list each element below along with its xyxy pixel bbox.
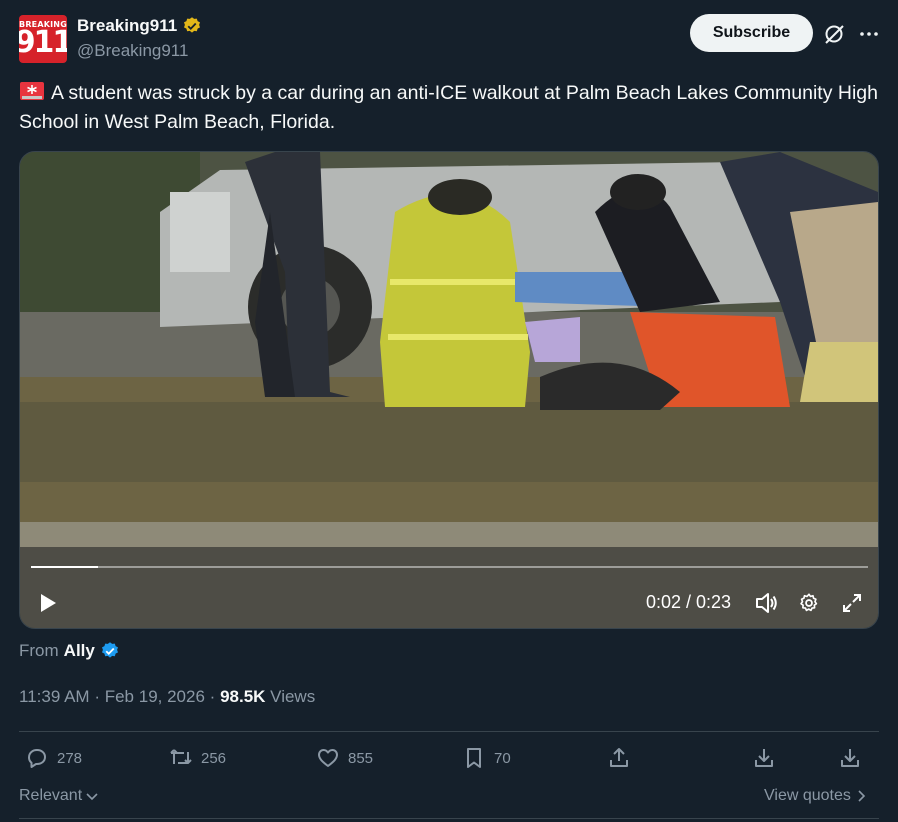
more-options-icon[interactable] — [857, 22, 881, 46]
bookmark-icon — [467, 748, 481, 768]
repost-count: 256 — [201, 749, 227, 767]
account-name[interactable]: Breaking911 — [77, 16, 177, 36]
from-label: From — [19, 641, 59, 660]
settings-gear-icon[interactable] — [798, 592, 820, 614]
like-button[interactable]: 855 — [316, 746, 373, 770]
video-progress-fill — [31, 566, 98, 568]
grok-icon[interactable] — [822, 22, 846, 46]
tweet-time[interactable]: 11:39 AM — [19, 687, 90, 706]
bookmark-button[interactable]: 70 — [462, 746, 511, 770]
views-label: Views — [270, 687, 316, 706]
sort-relevant-dropdown[interactable]: Relevant — [19, 787, 99, 805]
meta-separator: · — [94, 687, 100, 706]
verified-gold-icon — [184, 17, 201, 33]
siren-emoji-icon — [20, 82, 44, 100]
verified-blue-icon — [101, 642, 118, 658]
download-icon — [841, 749, 859, 767]
divider — [19, 731, 879, 732]
view-quotes-label: View quotes — [764, 787, 851, 804]
bookmark-count: 70 — [494, 749, 511, 767]
account-name-row[interactable]: Breaking911 — [77, 16, 202, 36]
view-quotes-link[interactable]: View quotes — [764, 787, 867, 805]
video-time: 0:02 / 0:23 — [646, 592, 732, 612]
reply-icon — [28, 749, 46, 768]
repost-icon — [170, 749, 192, 764]
video-frame — [20, 152, 878, 628]
share-icon — [610, 748, 628, 767]
chevron-down-icon — [86, 793, 98, 801]
like-count: 855 — [348, 749, 374, 767]
tweet-meta: 11:39 AM · Feb 19, 2026 · 98.5K Views — [19, 687, 315, 707]
tweet-text-block: A student was struck by a car during an … — [19, 79, 881, 137]
tweet-text: A student was struck by a car during an … — [19, 82, 878, 133]
download-video-button[interactable] — [838, 746, 862, 770]
heart-icon — [318, 749, 338, 767]
video-progress-bar[interactable] — [31, 566, 868, 568]
download-button[interactable] — [752, 746, 776, 770]
repost-button[interactable]: 256 — [169, 746, 226, 770]
chevron-right-icon — [858, 790, 866, 802]
reply-count: 278 — [57, 749, 83, 767]
tweet-date[interactable]: Feb 19, 2026 — [105, 687, 205, 706]
attribution-source-link[interactable]: Ally — [64, 641, 95, 661]
share-button[interactable] — [607, 746, 631, 770]
subscribe-button[interactable]: Subscribe — [690, 14, 813, 52]
views-count[interactable]: 98.5K — [220, 687, 265, 706]
meta-separator: · — [209, 687, 216, 706]
sort-label: Relevant — [19, 787, 83, 804]
volume-muted-icon[interactable] — [755, 592, 779, 614]
play-icon[interactable] — [37, 592, 59, 614]
video-player[interactable]: 0:02 / 0:23 — [19, 151, 879, 629]
avatar-text-big: 911 — [19, 24, 67, 60]
divider — [19, 818, 879, 819]
video-attribution: From Ally — [19, 641, 120, 661]
account-handle[interactable]: @Breaking911 — [77, 41, 188, 61]
avatar[interactable]: BREAKING 911 — [19, 15, 67, 63]
reply-button[interactable]: 278 — [25, 746, 82, 770]
download-icon — [755, 749, 773, 767]
fullscreen-icon[interactable] — [842, 593, 862, 613]
